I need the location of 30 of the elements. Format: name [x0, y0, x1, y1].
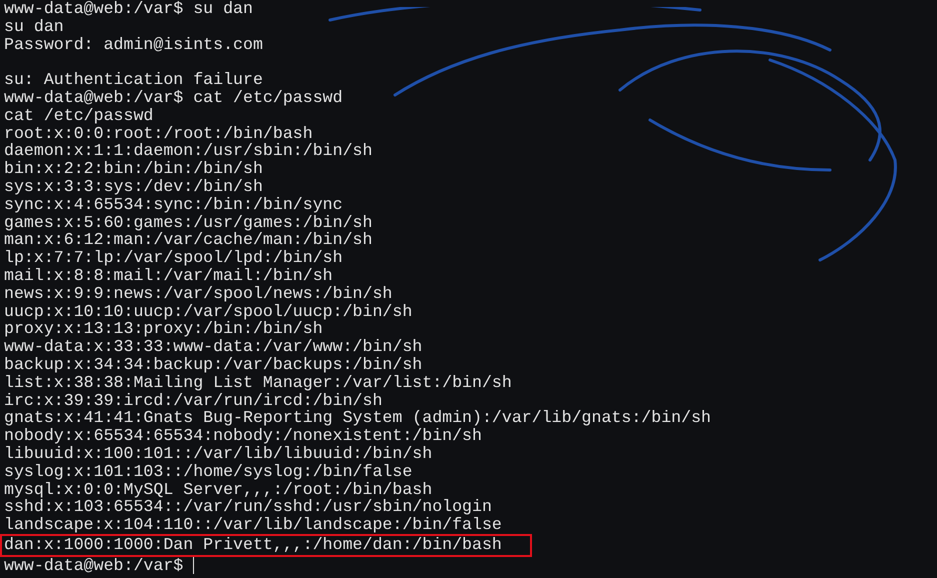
- terminal-line: list:x:38:38:Mailing List Manager:/var/list:/bin/sh: [4, 374, 512, 392]
- terminal-line: sys:x:3:3:sys:/dev:/bin/sh: [4, 178, 263, 196]
- terminal-line: sync:x:4:65534:sync:/bin:/bin/sync: [4, 196, 343, 214]
- terminal-line: uucp:x:10:10:uucp:/var/spool/uucp:/bin/sh: [4, 302, 412, 320]
- terminal-line: www-data@web:/var$ su dan: [4, 0, 253, 18]
- terminal-line: landscape:x:104:110::/var/lib/landscape:/bin/false: [4, 516, 502, 534]
- terminal-line: man:x:6:12:man:/var/cache/man:/bin/sh: [4, 231, 372, 250]
- terminal-line: www-data:x:33:33:www-data:/var/www:/bin/sh: [4, 338, 422, 356]
- terminal-line: daemon:x:1:1:daemon:/usr/sbin:/bin/sh: [4, 142, 372, 160]
- terminal-line: su: Authentication failure: [4, 71, 263, 89]
- terminal-line: sshd:x:103:65534::/var/run/sshd:/usr/sbin/nologin: [4, 498, 492, 516]
- terminal-line: syslog:x:101:103::/home/syslog:/bin/false: [4, 462, 412, 481]
- terminal-line: root:x:0:0:root:/root:/bin/bash: [4, 124, 313, 142]
- terminal-line: backup:x:34:34:backup:/var/backups:/bin/sh: [4, 356, 422, 374]
- terminal-line: mail:x:8:8:mail:/var/mail:/bin/sh: [4, 266, 333, 285]
- terminal-line: proxy:x:13:13:proxy:/bin:/bin/sh: [4, 320, 323, 338]
- terminal-line: Password: admin@isints.com: [4, 36, 263, 54]
- terminal-line: libuuid:x:100:101::/var/lib/libuuid:/bin/sh: [4, 444, 432, 463]
- terminal-line: www-data@web:/var$ cat /etc/passwd: [4, 88, 343, 107]
- terminal-line: games:x:5:60:games:/usr/games:/bin/sh: [4, 214, 372, 232]
- terminal-line: gnats:x:41:41:Gnats Bug-Reporting System (admin):/var/lib/gnats:/bin/sh: [4, 409, 712, 428]
- terminal-line: lp:x:7:7:lp:/var/spool/lpd:/bin/sh: [4, 249, 343, 267]
- terminal-line: news:x:9:9:news:/var/spool/news:/bin/sh: [4, 284, 392, 303]
- terminal-line: irc:x:39:39:ircd:/var/run/ircd:/bin/sh: [4, 392, 382, 410]
- terminal-line: bin:x:2:2:bin:/bin:/bin/sh: [4, 160, 263, 178]
- terminal-line: su dan: [4, 18, 64, 36]
- terminal-line: nobody:x:65534:65534:nobody:/nonexistent:/bin/sh: [4, 427, 482, 445]
- terminal-line: mysql:x:0:0:MySQL Server,,,:/root:/bin/bash: [4, 480, 432, 498]
- terminal-line: www-data@web:/var$: [4, 556, 184, 574]
- terminal-line: cat /etc/passwd: [4, 106, 154, 125]
